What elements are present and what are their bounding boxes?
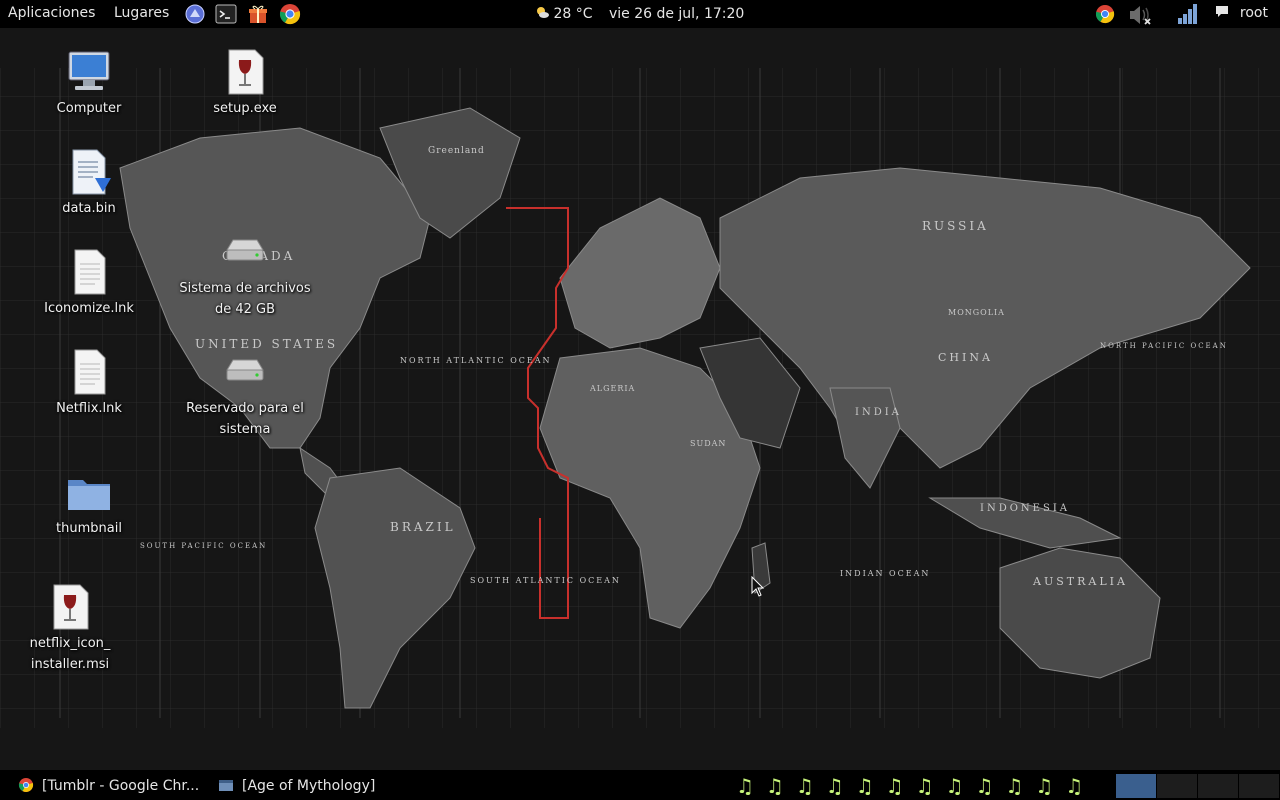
places-menu[interactable]: Lugares	[114, 5, 169, 21]
workspace-2[interactable]	[1157, 774, 1198, 798]
desktop-icon-filesystem-42gb[interactable]: Sistema de archivos de 42 GB	[170, 228, 320, 320]
desktop-icon-label: Netflix.lnk	[56, 401, 122, 416]
chrome-icon[interactable]	[279, 3, 301, 25]
desktop-icon-iconomize-lnk[interactable]: Iconomize.lnk	[14, 248, 164, 319]
desktop-icon-netflix-lnk[interactable]: Netflix.lnk	[14, 348, 164, 419]
speaker-muted-icon[interactable]	[1128, 3, 1154, 27]
music-notes-applet[interactable]: ♫♫♫♫♫♫♫♫♫♫♫♫	[736, 774, 1095, 798]
desktop-icon-reserved-system[interactable]: Reservado para el sistema	[170, 348, 320, 440]
desktop-icon-label: netflix_icon_ installer.msi	[29, 636, 111, 672]
desktop-icon-thumbnail-folder[interactable]: thumbnail	[14, 468, 164, 539]
drive-icon	[226, 359, 264, 381]
terminal-icon[interactable]	[215, 3, 237, 25]
document-icon	[74, 349, 106, 395]
file-download-icon	[72, 149, 111, 195]
desktop-icon-netflix-installer-msi[interactable]: netflix_icon_ installer.msi	[0, 583, 145, 675]
network-signal-icon[interactable]	[1176, 3, 1200, 25]
taskbar-item-label: [Tumblr - Google Chr...	[42, 778, 200, 794]
drive-icon	[226, 239, 264, 261]
wine-icon	[53, 584, 89, 630]
wine-icon	[228, 49, 264, 95]
window-icon	[219, 780, 233, 791]
taskbar-item-tumblr-chrome[interactable]: [Tumblr - Google Chr...	[18, 777, 199, 794]
weather-sun-cloud-icon	[537, 7, 549, 18]
applications-menu[interactable]: Aplicaciones	[8, 5, 95, 21]
map-label-indian-ocean: INDIAN OCEAN	[840, 569, 930, 578]
desktop-icon-label: Sistema de archivos de 42 GB	[179, 281, 311, 317]
map-label-china: CHINA	[938, 351, 993, 364]
map-label-russia: RUSSIA	[922, 219, 989, 233]
workspace-4[interactable]	[1239, 774, 1280, 798]
workspace-3[interactable]	[1198, 774, 1239, 798]
map-label-south-pacific: SOUTH PACIFIC OCEAN	[140, 542, 267, 550]
desktop[interactable]: CANADA UNITED STATES BRAZIL RUSSIA CHINA…	[0, 28, 1280, 770]
map-label-mongolia: MONGOLIA	[948, 308, 1005, 317]
taskbar-item-age-of-mythology[interactable]: [Age of Mythology]	[218, 777, 375, 794]
desktop-icon-computer[interactable]: Computer	[14, 48, 164, 119]
computer-icon	[68, 51, 110, 90]
user-menu[interactable]: root	[1215, 5, 1268, 21]
map-label-indonesia: INDONESIA	[980, 503, 1070, 514]
bottom-panel: [Tumblr - Google Chr... [Age of Mytholog…	[0, 770, 1280, 800]
user-name: root	[1239, 5, 1268, 21]
top-panel: Aplicaciones Lugares 28 °C vie 26 de jul…	[0, 0, 1280, 28]
clock-area[interactable]: 28 °C vie 26 de jul, 17:20	[535, 5, 744, 22]
chrome-tray-icon[interactable]	[1094, 3, 1116, 25]
desktop-icon-label: data.bin	[62, 201, 116, 216]
weather-temperature: 28 °C	[553, 6, 593, 22]
mouse-pointer-icon	[751, 576, 765, 597]
map-label-australia: AUSTRALIA	[1032, 575, 1128, 588]
map-label-brazil: BRAZIL	[390, 520, 456, 534]
desktop-icon-label: Iconomize.lnk	[44, 301, 134, 316]
map-label-south-atlantic: SOUTH ATLANTIC OCEAN	[470, 576, 621, 585]
map-label-algeria: ALGERIA	[589, 384, 635, 393]
map-label-sudan: SUDAN	[690, 439, 726, 448]
map-label-india: INDIA	[855, 407, 902, 418]
desktop-icon-label: thumbnail	[56, 521, 122, 536]
desktop-icon-label: setup.exe	[213, 101, 277, 116]
document-icon	[74, 249, 106, 295]
chat-bubble-icon	[1216, 6, 1229, 17]
workspace-1[interactable]	[1116, 774, 1157, 798]
desktop-icon-label: Computer	[56, 101, 122, 116]
desktop-icon-data-bin[interactable]: data.bin	[14, 148, 164, 219]
desktop-icon-setup-exe[interactable]: setup.exe	[170, 48, 320, 119]
taskbar-item-label: [Age of Mythology]	[242, 778, 376, 794]
settings-icon[interactable]	[184, 3, 206, 25]
desktop-icon-label: Reservado para el sistema	[186, 401, 304, 437]
map-label-greenland: Greenland	[428, 146, 485, 156]
chrome-icon	[18, 778, 34, 792]
map-label-north-pacific: NORTH PACIFIC OCEAN	[1100, 342, 1228, 350]
date-time: vie 26 de jul, 17:20	[608, 6, 745, 22]
folder-icon	[68, 480, 110, 510]
map-label-north-atlantic: NORTH ATLANTIC OCEAN	[400, 356, 552, 365]
gift-icon[interactable]	[247, 3, 269, 25]
